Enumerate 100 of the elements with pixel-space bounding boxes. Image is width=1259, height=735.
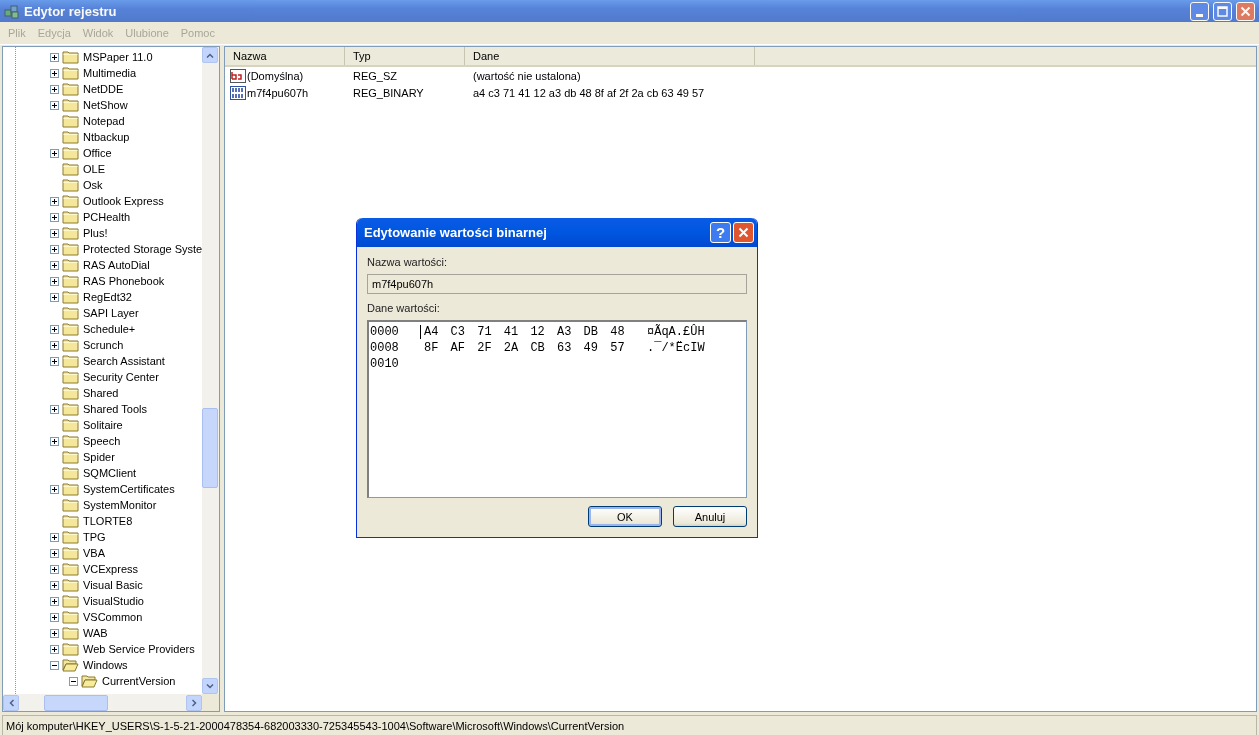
tree-item[interactable]: Windows	[82, 659, 129, 671]
expand-icon[interactable]	[50, 564, 59, 574]
tree-item[interactable]: Search Assistant	[82, 355, 166, 367]
expand-icon[interactable]	[50, 340, 59, 350]
tree-item[interactable]: NetDDE	[82, 83, 125, 95]
tree-item[interactable]: VBA	[82, 547, 106, 559]
tree-item[interactable]: RAS Phonebook	[82, 275, 166, 287]
expand-icon[interactable]	[50, 212, 59, 222]
expand-icon[interactable]	[50, 580, 59, 590]
tree-item[interactable]: VisualStudio	[82, 595, 145, 607]
help-button[interactable]: ?	[710, 222, 731, 243]
tree-item[interactable]: Speech	[82, 435, 122, 447]
expand-icon[interactable]	[50, 404, 59, 414]
expand-icon[interactable]	[50, 548, 59, 558]
tree-item[interactable]: SystemMonitor	[82, 499, 158, 511]
expand-icon[interactable]	[50, 84, 59, 94]
folder-icon	[62, 274, 79, 288]
folder-icon	[62, 82, 79, 96]
tree-item[interactable]: Outlook Express	[82, 195, 165, 207]
tree-item[interactable]: Osk	[82, 179, 104, 191]
tree-item[interactable]: Spider	[82, 451, 116, 463]
folder-icon	[62, 594, 79, 608]
tree-item[interactable]: Visual Basic	[82, 579, 144, 591]
tree-item[interactable]: Security Center	[82, 371, 160, 383]
close-icon	[738, 227, 749, 238]
tree-item[interactable]: SQMClient	[82, 467, 138, 479]
expand-icon[interactable]	[50, 628, 59, 638]
expand-icon[interactable]	[50, 260, 59, 270]
tree-item[interactable]: Web Service Providers	[82, 643, 196, 655]
vertical-scrollbar[interactable]	[202, 47, 219, 694]
tree-item[interactable]: Plus!	[82, 227, 109, 239]
tree-item[interactable]: RAS AutoDial	[82, 259, 151, 271]
expand-icon[interactable]	[50, 612, 59, 622]
expand-icon[interactable]	[50, 292, 59, 302]
ok-button[interactable]: OK	[588, 506, 662, 527]
dialog-title: Edytowanie wartości binarnej	[364, 225, 548, 240]
expand-icon[interactable]	[50, 484, 59, 494]
folder-icon	[62, 210, 79, 224]
collapse-icon[interactable]	[50, 660, 59, 670]
expand-icon[interactable]	[50, 532, 59, 542]
tree-item[interactable]: CurrentVersion	[101, 675, 177, 687]
maximize-button[interactable]	[1213, 1, 1232, 21]
hex-bytes: 8F AF 2F 2A CB 63 49 57	[423, 341, 626, 355]
tree-item[interactable]: SAPI Layer	[82, 307, 140, 319]
tree-item[interactable]: Office	[82, 147, 113, 159]
scrollbar-corner	[202, 694, 219, 711]
tree-item[interactable]: Shared	[82, 387, 120, 399]
expand-icon[interactable]	[50, 324, 59, 334]
tree-item[interactable]: WAB	[82, 627, 109, 639]
expand-icon[interactable]	[50, 276, 59, 286]
tree-item[interactable]: Shared Tools	[82, 403, 148, 415]
scroll-thumb[interactable]	[202, 408, 218, 488]
tree-item[interactable]: PCHealth	[82, 211, 132, 223]
value-name[interactable]: (Domyślna)	[247, 69, 304, 82]
tree-item[interactable]: VCExpress	[82, 563, 140, 575]
folder-icon	[62, 546, 79, 560]
expand-icon[interactable]	[50, 100, 59, 110]
expand-icon[interactable]	[50, 356, 59, 366]
horizontal-scrollbar[interactable]	[3, 694, 202, 711]
expand-icon[interactable]	[50, 596, 59, 606]
close-button[interactable]	[1236, 1, 1255, 21]
offset-text: 0000	[370, 325, 400, 339]
expand-icon[interactable]	[50, 52, 59, 62]
tree-item[interactable]: Ntbackup	[82, 131, 131, 143]
tree-item[interactable]: Solitaire	[82, 419, 124, 431]
tree-item[interactable]: VSCommon	[82, 611, 144, 623]
expand-icon[interactable]	[50, 148, 59, 158]
value-name-field[interactable]: m7f4pu607h	[367, 274, 747, 294]
column-header[interactable]: Nazwa	[225, 47, 345, 65]
expand-icon[interactable]	[50, 68, 59, 78]
hex-editor-field[interactable]: 0000 A4 C3 71 41 12 A3 DB 48 ¤ÃqA.£ÛH 0008 8F AF 2F 2A CB 63 49 57 .¯/*ËcIW 0010	[367, 320, 747, 498]
folder-icon	[62, 578, 79, 592]
scroll-thumb[interactable]	[44, 694, 108, 711]
tree-item[interactable]: Protected Storage Syste	[82, 243, 202, 255]
tree-item[interactable]: Notepad	[82, 115, 126, 127]
tree-item[interactable]: MSPaper 11.0	[82, 51, 154, 63]
tree-item[interactable]: NetShow	[82, 99, 129, 111]
expand-icon[interactable]	[50, 644, 59, 654]
collapse-icon[interactable]	[69, 676, 78, 686]
expand-icon[interactable]	[50, 196, 59, 206]
tree-item[interactable]: SystemCertificates	[82, 483, 176, 495]
value-name[interactable]: m7f4pu607h	[247, 86, 309, 99]
expand-icon[interactable]	[50, 228, 59, 238]
minimize-button[interactable]	[1190, 1, 1209, 21]
tree-item[interactable]: TPG	[82, 531, 107, 543]
tree-item[interactable]: RegEdt32	[82, 291, 133, 303]
expand-icon[interactable]	[50, 436, 59, 446]
cancel-button[interactable]: Anuluj	[673, 506, 747, 527]
tree-item[interactable]: Schedule+	[82, 323, 137, 335]
tree-item[interactable]: OLE	[82, 163, 106, 175]
column-header[interactable]: Dane	[465, 47, 755, 65]
folder-icon	[62, 178, 79, 192]
close-button[interactable]	[733, 222, 754, 243]
tree-item[interactable]: TLORTE8	[82, 515, 134, 527]
tree-item[interactable]: Scrunch	[82, 339, 125, 351]
value-type: REG_BINARY	[352, 86, 425, 99]
folder-icon	[62, 562, 79, 576]
column-header[interactable]: Typ	[345, 47, 465, 65]
expand-icon[interactable]	[50, 244, 59, 254]
tree-item[interactable]: Multimedia	[82, 67, 138, 79]
